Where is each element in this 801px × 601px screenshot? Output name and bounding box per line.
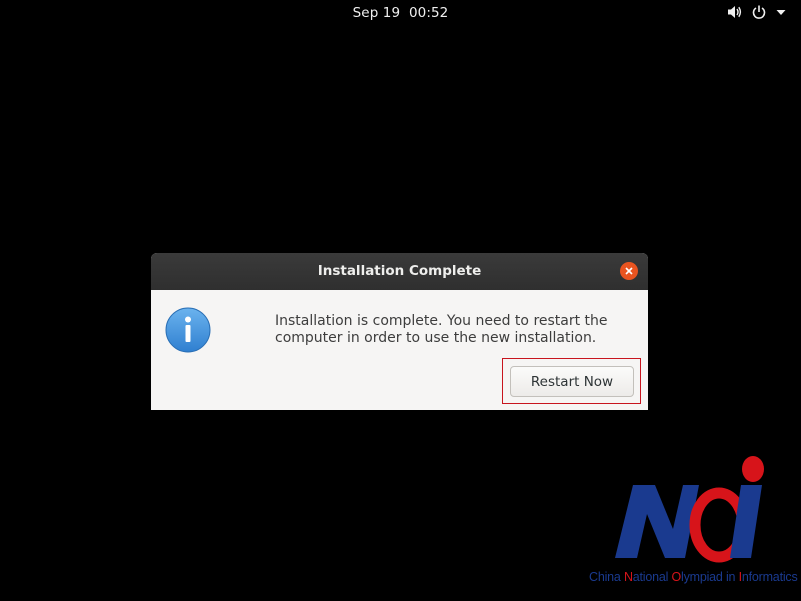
clock[interactable]: Sep 19 00:52 xyxy=(0,5,801,21)
clock-time: 00:52 xyxy=(408,5,449,21)
dialog-title: Installation Complete xyxy=(317,263,482,279)
clock-date: Sep 19 xyxy=(352,5,401,21)
close-icon xyxy=(625,267,633,275)
power-icon[interactable] xyxy=(751,4,767,20)
installation-complete-dialog: Installation Complete Installation is co… xyxy=(151,253,648,410)
volume-icon[interactable] xyxy=(727,4,743,20)
info-icon xyxy=(165,307,211,353)
dialog-message: Installation is complete. You need to re… xyxy=(275,313,608,346)
logo-caption: China National Olympiad in Informatics xyxy=(589,570,798,584)
system-tray[interactable] xyxy=(727,4,787,20)
restart-now-button[interactable]: Restart Now xyxy=(510,366,634,397)
top-bar: Sep 19 00:52 xyxy=(0,0,801,27)
chevron-down-icon[interactable] xyxy=(775,4,787,20)
close-button[interactable] xyxy=(620,262,638,280)
dialog-titlebar[interactable]: Installation Complete xyxy=(151,253,648,290)
